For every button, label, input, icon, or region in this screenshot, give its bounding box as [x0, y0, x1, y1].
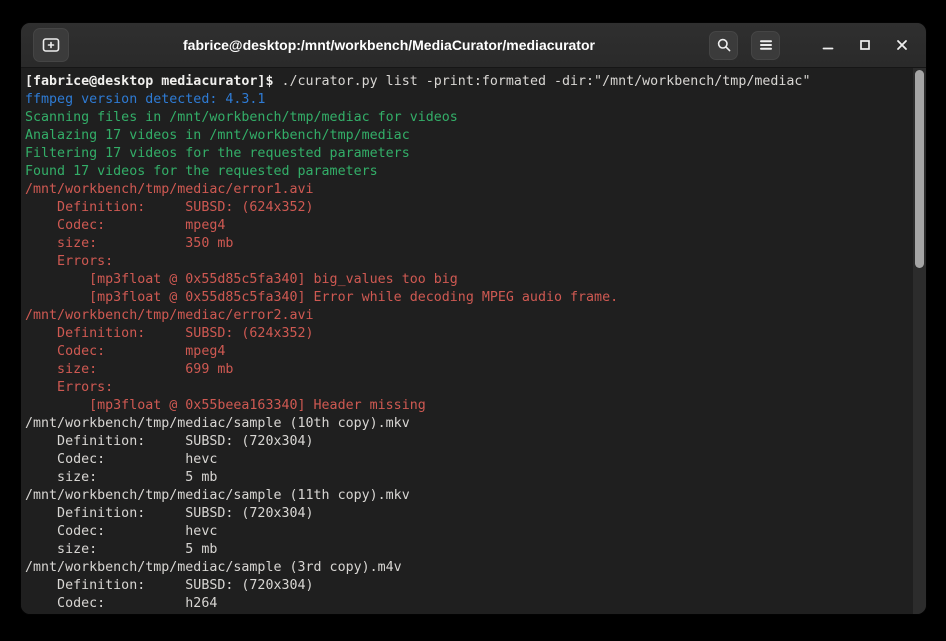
terminal-line: size: 699 mb: [25, 361, 910, 379]
terminal-line: /mnt/workbench/tmp/mediac/sample (11th c…: [25, 487, 910, 505]
hamburger-menu-icon: [759, 39, 773, 51]
titlebar[interactable]: fabrice@desktop:/mnt/workbench/MediaCura…: [21, 23, 926, 68]
menu-button[interactable]: [751, 31, 780, 60]
terminal-line: Definition: SUBSD: (624x352): [25, 325, 910, 343]
terminal-window: fabrice@desktop:/mnt/workbench/MediaCura…: [21, 23, 926, 614]
terminal-line: Codec: hevc: [25, 523, 910, 541]
minimize-icon: [821, 38, 835, 52]
terminal-line: /mnt/workbench/tmp/mediac/error2.avi: [25, 307, 910, 325]
terminal-line: Errors:: [25, 379, 910, 397]
window-title: fabrice@desktop:/mnt/workbench/MediaCura…: [69, 37, 709, 53]
minimize-button[interactable]: [816, 33, 840, 57]
terminal-line: Definition: SUBSD: (624x352): [25, 199, 910, 217]
terminal-line: Definition: SUBSD: (720x304): [25, 433, 910, 451]
terminal-line: Codec: hevc: [25, 451, 910, 469]
terminal-line: Definition: SUBSD: (720x304): [25, 505, 910, 523]
scrollbar-thumb[interactable]: [915, 70, 924, 268]
terminal-line: Codec: h264: [25, 595, 910, 613]
terminal-line: Found 17 videos for the requested parame…: [25, 163, 910, 181]
search-button[interactable]: [709, 31, 738, 60]
terminal-line: [mp3float @ 0x55beea163340] Header missi…: [25, 397, 910, 415]
terminal-line: Filtering 17 videos for the requested pa…: [25, 145, 910, 163]
terminal-line: Scanning files in /mnt/workbench/tmp/med…: [25, 109, 910, 127]
terminal-line: Codec: mpeg4: [25, 343, 910, 361]
terminal-line: size: 5 mb: [25, 469, 910, 487]
terminal-line: Codec: mpeg4: [25, 217, 910, 235]
terminal-line: /mnt/workbench/tmp/mediac/error1.avi: [25, 181, 910, 199]
terminal-line: /mnt/workbench/tmp/mediac/sample (3rd co…: [25, 559, 910, 577]
terminal-line: [mp3float @ 0x55d85c5fa340] Error while …: [25, 289, 910, 307]
terminal-line: size: 350 mb: [25, 235, 910, 253]
close-icon: [895, 38, 909, 52]
new-tab-button[interactable]: [33, 28, 69, 62]
terminal-line: ffmpeg version detected: 4.3.1: [25, 91, 910, 109]
terminal-line: size: 5 mb: [25, 541, 910, 559]
scrollbar-track[interactable]: [913, 68, 926, 614]
maximize-button[interactable]: [853, 33, 877, 57]
terminal-output: [fabrice@desktop mediacurator]$ ./curato…: [25, 73, 910, 613]
terminal-screen[interactable]: [fabrice@desktop mediacurator]$ ./curato…: [21, 68, 926, 614]
terminal-line: [fabrice@desktop mediacurator]$ ./curato…: [25, 73, 910, 91]
search-icon: [716, 37, 732, 53]
new-tab-icon: [42, 37, 60, 53]
terminal-line: /mnt/workbench/tmp/mediac/sample (10th c…: [25, 415, 910, 433]
terminal-line: Analazing 17 videos in /mnt/workbench/tm…: [25, 127, 910, 145]
terminal-line: Definition: SUBSD: (720x304): [25, 577, 910, 595]
maximize-icon: [858, 38, 872, 52]
terminal-line: [mp3float @ 0x55d85c5fa340] big_values t…: [25, 271, 910, 289]
terminal-line: Errors:: [25, 253, 910, 271]
close-button[interactable]: [890, 33, 914, 57]
